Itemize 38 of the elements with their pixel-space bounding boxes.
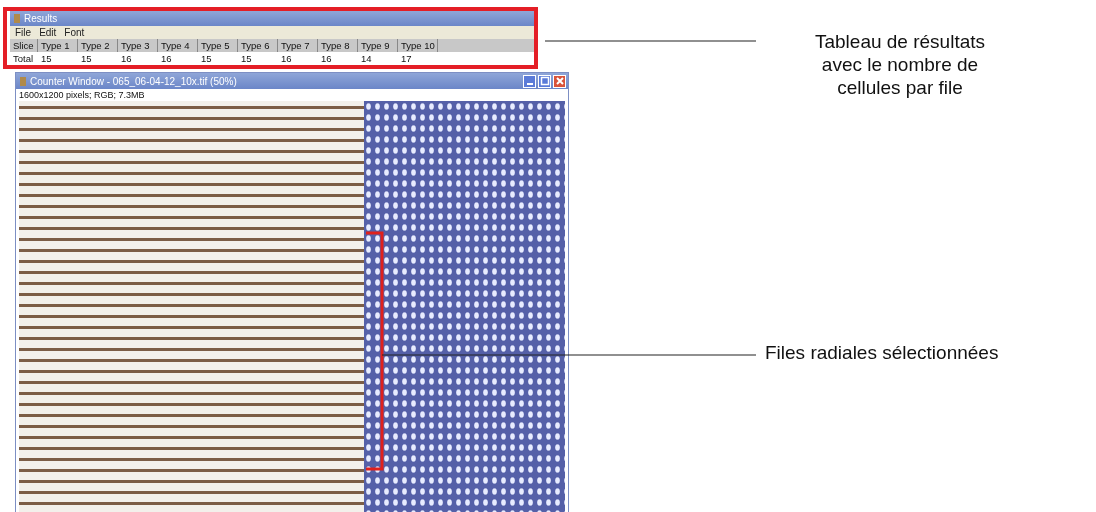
app-icon xyxy=(20,76,26,86)
table-cell-text: 16 xyxy=(320,52,333,65)
image-info: 1600x1200 pixels; RGB; 7.3MB xyxy=(18,89,146,101)
table-cell-text: Total xyxy=(12,52,35,65)
window-title: Counter Window - 065_06-04-12_10x.tif (50%) xyxy=(30,75,237,87)
table-cell-text: 17 xyxy=(400,52,413,65)
table-cell-text: 16 xyxy=(120,52,133,65)
maximize-icon xyxy=(539,76,550,86)
column-header[interactable]: Type 7 xyxy=(278,39,318,52)
table-cell-text: 16 xyxy=(280,52,293,65)
app-icon xyxy=(14,14,20,23)
table-cell-text: 15 xyxy=(80,52,93,65)
table-cell-text: 16 xyxy=(160,52,173,65)
table-cell-text: 14 xyxy=(360,52,373,65)
close-button[interactable] xyxy=(553,74,566,88)
table-cell-text: 15 xyxy=(40,52,53,65)
column-header[interactable]: Type 8 xyxy=(318,39,358,52)
column-header[interactable]: Slice xyxy=(10,39,38,52)
column-header[interactable]: Type 3 xyxy=(118,39,158,52)
column-header[interactable]: Type 5 xyxy=(198,39,238,52)
minimize-icon xyxy=(526,83,533,85)
window-title: Results xyxy=(24,13,58,24)
annotation-text: Files radiales sélectionnées xyxy=(765,342,999,364)
table-cell-text: 15 xyxy=(200,52,213,65)
column-header[interactable]: Type 1 xyxy=(38,39,78,52)
column-header[interactable]: Type 10 xyxy=(398,39,438,52)
column-header[interactable]: Type 6 xyxy=(238,39,278,52)
column-header[interactable]: Type 9 xyxy=(358,39,398,52)
annotation-text: Tableau de résultats avec le nombre de cellules par file xyxy=(813,30,987,99)
minimize-button[interactable] xyxy=(523,74,536,88)
column-header[interactable]: Type 2 xyxy=(78,39,118,52)
menu-item[interactable]: Edit xyxy=(39,27,57,38)
column-header[interactable]: Type 4 xyxy=(158,39,198,52)
menu-item[interactable]: Font xyxy=(64,27,85,38)
table-cell-text: 15 xyxy=(240,52,253,65)
maximize-button[interactable] xyxy=(538,74,551,88)
close-icon xyxy=(554,76,565,86)
menu-item[interactable]: File xyxy=(15,27,32,38)
